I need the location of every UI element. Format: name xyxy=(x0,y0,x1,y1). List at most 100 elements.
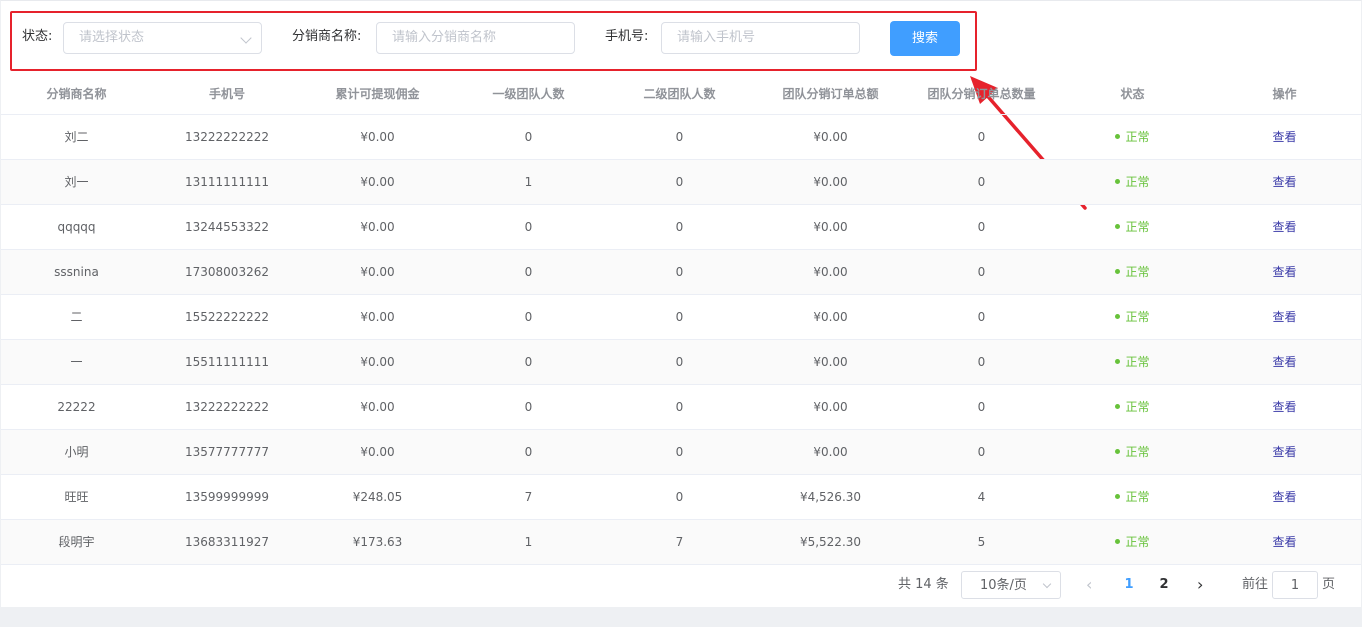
cell-phone: 13683311927 xyxy=(185,535,269,549)
cell-action: 查看 xyxy=(1208,250,1361,294)
cell-order-total: ¥4,526.30 xyxy=(799,490,862,504)
cell-level1: 0 xyxy=(524,310,533,324)
cell-name: qqqqq xyxy=(57,220,96,234)
table-row: 刘一 13111111111 ¥0.00 1 0 ¥0.00 0 正常 查看 xyxy=(1,160,1361,205)
view-link[interactable]: 查看 xyxy=(1272,265,1296,279)
cell-status: 正常 xyxy=(1057,520,1208,564)
status-dot-icon xyxy=(1115,404,1121,409)
table-header: 分销商名称 手机号 累计可提现佣金 一级团队人数 二级团队人数 团队分销订单总额… xyxy=(1,73,1361,115)
table-row: 二 15522222222 ¥0.00 0 0 ¥0.00 0 正常 查看 xyxy=(1,295,1361,340)
search-button[interactable]: 搜索 xyxy=(890,21,960,56)
view-link[interactable]: 查看 xyxy=(1272,445,1296,459)
cell-name: sssnina xyxy=(54,265,99,279)
cell-action: 查看 xyxy=(1208,160,1361,204)
status-dot-icon xyxy=(1115,539,1121,544)
cell-level2: 7 xyxy=(675,535,684,549)
cell-order-total: ¥5,522.30 xyxy=(799,535,862,549)
status-dot-icon xyxy=(1115,224,1121,229)
cell-action: 查看 xyxy=(1208,385,1361,429)
cell-order-total: ¥0.00 xyxy=(813,130,848,144)
cell-action: 查看 xyxy=(1208,295,1361,339)
next-page-icon[interactable]: › xyxy=(1197,571,1203,599)
cell-commission: ¥0.00 xyxy=(360,445,395,459)
name-filter-label: 分销商名称: xyxy=(292,29,362,44)
view-link[interactable]: 查看 xyxy=(1272,400,1296,414)
cell-level1: 0 xyxy=(524,265,533,279)
header-name: 分销商名称 xyxy=(46,87,107,101)
distributor-table: 分销商名称 手机号 累计可提现佣金 一级团队人数 二级团队人数 团队分销订单总额… xyxy=(1,73,1361,565)
cell-phone: 13222222222 xyxy=(185,130,269,144)
status-dot-icon xyxy=(1115,449,1121,454)
cell-commission: ¥0.00 xyxy=(360,130,395,144)
phone-input[interactable]: 请输入手机号 xyxy=(661,22,860,54)
cell-order-total: ¥0.00 xyxy=(813,400,848,414)
table-row: 小明 13577777777 ¥0.00 0 0 ¥0.00 0 正常 查看 xyxy=(1,430,1361,475)
phone-input-placeholder: 请输入手机号 xyxy=(677,30,756,45)
cell-order-count: 0 xyxy=(977,355,986,369)
cell-status: 正常 xyxy=(1057,295,1208,339)
status-badge: 正常 xyxy=(1125,130,1150,144)
page-button-2[interactable]: 2 xyxy=(1154,571,1174,599)
status-badge: 正常 xyxy=(1125,445,1150,459)
cell-order-count: 0 xyxy=(977,220,986,234)
table-row: 刘二 13222222222 ¥0.00 0 0 ¥0.00 0 正常 查看 xyxy=(1,115,1361,160)
view-link[interactable]: 查看 xyxy=(1272,535,1296,549)
cell-order-total: ¥0.00 xyxy=(813,445,848,459)
cell-order-total: ¥0.00 xyxy=(813,265,848,279)
view-link[interactable]: 查看 xyxy=(1272,130,1296,144)
table-body: 刘二 13222222222 ¥0.00 0 0 ¥0.00 0 正常 查看 刘一 13111111… xyxy=(1,115,1361,565)
page-button-1[interactable]: 1 xyxy=(1119,571,1139,599)
cell-level1: 0 xyxy=(524,355,533,369)
view-link[interactable]: 查看 xyxy=(1272,310,1296,324)
chevron-down-icon xyxy=(1042,579,1052,589)
cell-order-count: 0 xyxy=(977,400,986,414)
page-size-value: 10条/页 xyxy=(980,578,1027,593)
status-select[interactable]: 请选择状态 xyxy=(63,22,262,54)
name-input[interactable]: 请输入分销商名称 xyxy=(376,22,575,54)
cell-status: 正常 xyxy=(1057,430,1208,474)
prev-page-icon[interactable]: ‹ xyxy=(1086,571,1092,599)
cell-phone: 13244553322 xyxy=(185,220,269,234)
cell-name: 刘一 xyxy=(64,175,89,189)
cell-level2: 0 xyxy=(675,490,684,504)
table-row: 22222 13222222222 ¥0.00 0 0 ¥0.00 0 正常 查看 xyxy=(1,385,1361,430)
cell-name: 二 xyxy=(70,310,83,324)
table-row: sssnina 17308003262 ¥0.00 0 0 ¥0.00 0 正常 查看 xyxy=(1,250,1361,295)
cell-status: 正常 xyxy=(1057,340,1208,384)
status-dot-icon xyxy=(1115,359,1121,364)
cell-level2: 0 xyxy=(675,265,684,279)
goto-label: 前往 xyxy=(1242,577,1269,592)
cell-order-total: ¥0.00 xyxy=(813,355,848,369)
cell-commission: ¥0.00 xyxy=(360,220,395,234)
cell-order-total: ¥0.00 xyxy=(813,175,848,189)
view-link[interactable]: 查看 xyxy=(1272,490,1296,504)
cell-commission: ¥173.63 xyxy=(352,535,403,549)
header-order-total: 团队分销订单总额 xyxy=(782,87,879,101)
status-dot-icon xyxy=(1115,494,1121,499)
view-link[interactable]: 查看 xyxy=(1272,355,1296,369)
status-badge: 正常 xyxy=(1125,310,1150,324)
cell-order-total: ¥0.00 xyxy=(813,220,848,234)
page-size-select[interactable]: 10条/页 xyxy=(961,571,1061,599)
cell-commission: ¥0.00 xyxy=(360,355,395,369)
cell-commission: ¥0.00 xyxy=(360,265,395,279)
cell-phone: 15511111111 xyxy=(185,355,269,369)
status-dot-icon xyxy=(1115,134,1121,139)
cell-level1: 7 xyxy=(524,490,533,504)
cell-status: 正常 xyxy=(1057,385,1208,429)
cell-phone: 13111111111 xyxy=(185,175,269,189)
status-badge: 正常 xyxy=(1125,175,1150,189)
status-select-placeholder: 请选择状态 xyxy=(79,30,145,45)
cell-status: 正常 xyxy=(1057,250,1208,294)
view-link[interactable]: 查看 xyxy=(1272,175,1296,189)
phone-filter-label: 手机号: xyxy=(605,29,649,44)
cell-phone: 13577777777 xyxy=(185,445,269,459)
cell-commission: ¥0.00 xyxy=(360,310,395,324)
cell-status: 正常 xyxy=(1057,115,1208,159)
table-row: qqqqq 13244553322 ¥0.00 0 0 ¥0.00 0 正常 查看 xyxy=(1,205,1361,250)
page-jump-input[interactable]: 1 xyxy=(1272,571,1318,599)
view-link[interactable]: 查看 xyxy=(1272,220,1296,234)
cell-name: 22222 xyxy=(57,400,96,414)
status-filter-label: 状态: xyxy=(22,29,53,44)
header-status: 状态 xyxy=(1120,87,1145,101)
